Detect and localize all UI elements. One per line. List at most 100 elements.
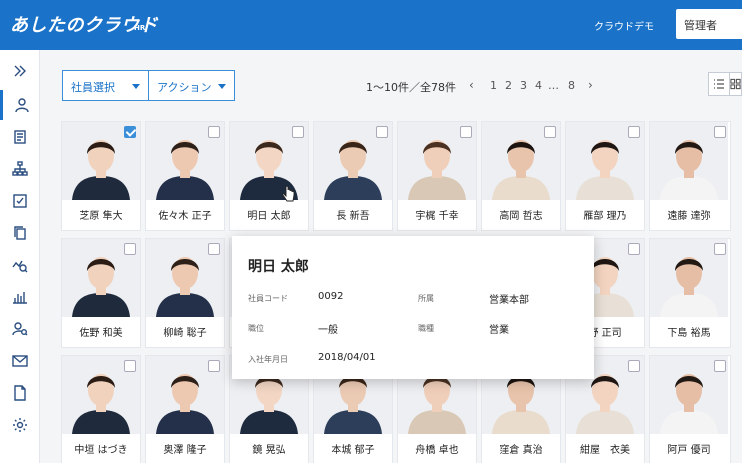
sidebar-item-files[interactable] (0, 378, 40, 408)
department-label: 所属 (418, 294, 434, 303)
employee-card[interactable]: 宇梶 千幸 (398, 122, 476, 230)
employee-checkbox[interactable] (714, 243, 726, 255)
employee-checkbox[interactable] (460, 126, 472, 138)
employee-checkbox[interactable] (628, 126, 640, 138)
employee-card[interactable]: 芝原 隼大 (62, 122, 140, 230)
job-type-value: 営業 (489, 325, 509, 336)
popup-employee-name: 明日 太郎 (248, 259, 309, 275)
document-icon (14, 130, 26, 144)
sidebar-item-tasks[interactable] (0, 186, 40, 216)
employee-checkbox[interactable] (292, 126, 304, 138)
employee-checkbox[interactable] (714, 126, 726, 138)
employee-card[interactable]: 中垣 はづき (62, 356, 140, 463)
employee-name: 柳崎 聡子 (163, 328, 207, 339)
sidebar-item-search-people[interactable] (0, 314, 40, 344)
employee-code-value: 0092 (318, 291, 344, 302)
employee-card[interactable]: 柳崎 聡子 (146, 239, 224, 347)
employee-checkbox[interactable] (124, 126, 136, 138)
sidebar-expand-button[interactable] (0, 56, 40, 86)
chevron-down-icon (218, 84, 226, 89)
employee-name: 芝原 隼大 (79, 211, 123, 222)
sidebar-item-analytics[interactable] (0, 250, 40, 280)
page-link[interactable]: 3 (520, 79, 527, 92)
employee-checkbox[interactable] (208, 243, 220, 255)
sidebar (0, 50, 40, 463)
page-link[interactable]: 2 (505, 79, 512, 92)
analytics-search-icon (12, 260, 28, 273)
employee-card[interactable]: 明日 太郎 (230, 122, 308, 230)
page-link[interactable]: 4 (535, 79, 542, 92)
grid-view-icon (730, 78, 741, 90)
employee-name: 本城 郁子 (331, 445, 375, 456)
list-view-button[interactable] (708, 72, 730, 96)
employee-name: 中垣 はづき (74, 445, 128, 456)
employee-select-label: 社員選択 (71, 81, 115, 94)
sidebar-item-reports[interactable] (0, 282, 40, 312)
employee-select-dropdown[interactable]: 社員選択 (62, 70, 149, 101)
employee-card[interactable]: 雁部 理乃 (566, 122, 644, 230)
employee-card[interactable]: 佐々木 正子 (146, 122, 224, 230)
employee-name: 阿戸 優司 (667, 445, 711, 456)
employee-checkbox[interactable] (124, 243, 136, 255)
sidebar-item-copy[interactable] (0, 218, 40, 248)
sidebar-item-employees[interactable] (0, 90, 40, 120)
employee-name: 長 新吾 (336, 211, 370, 222)
employee-name: 明日 太郎 (247, 211, 291, 222)
sidebar-item-settings[interactable] (0, 410, 40, 440)
brand-suffix: HR (134, 24, 146, 32)
employee-name: 宇梶 千幸 (415, 211, 459, 222)
employee-name: 舟橋 卓也 (415, 445, 459, 456)
employee-name: 奥澤 隆子 (163, 445, 207, 456)
sidebar-item-organization[interactable] (0, 154, 40, 184)
employee-checkbox[interactable] (714, 360, 726, 372)
sidebar-item-documents[interactable] (0, 122, 40, 152)
mail-icon (12, 355, 28, 367)
employee-checkbox[interactable] (628, 243, 640, 255)
page-link[interactable]: 1 (490, 79, 497, 92)
employee-code-label: 社員コード (248, 294, 288, 303)
sidebar-item-mail[interactable] (0, 346, 40, 376)
employee-card[interactable]: 阿戸 優司 (650, 356, 730, 463)
pager-info: 1〜10件／全78件 (366, 81, 456, 94)
next-page-button[interactable]: › (588, 78, 593, 92)
action-label: アクション (157, 81, 212, 94)
employee-card[interactable]: 高岡 哲志 (482, 122, 560, 230)
employee-checkbox[interactable] (208, 360, 220, 372)
employee-card[interactable]: 奥澤 隆子 (146, 356, 224, 463)
page-ellipsis: … (548, 79, 559, 92)
employee-name: 鏡 晃弘 (252, 445, 286, 456)
department-value: 営業本部 (489, 295, 529, 306)
action-dropdown[interactable]: アクション (148, 70, 235, 101)
role-select[interactable]: 管理者 (676, 9, 742, 39)
employee-card[interactable]: 佐野 和美 (62, 239, 140, 347)
employee-card[interactable]: 遠藤 達弥 (650, 122, 730, 230)
employee-name: 遠藤 達弥 (667, 211, 711, 222)
employee-checkbox[interactable] (376, 126, 388, 138)
employee-name: 高岡 哲志 (499, 211, 543, 222)
employee-name: 雁部 理乃 (583, 211, 627, 222)
file-icon (14, 385, 26, 401)
job-type-label: 職種 (418, 324, 434, 333)
person-icon (14, 98, 29, 113)
employee-checkbox[interactable] (124, 360, 136, 372)
person-search-icon (12, 322, 28, 336)
employee-detail-popup: 明日 太郎 社員コード 0092 所属 営業本部 職位 一般 職種 営業 入社年… (232, 236, 594, 379)
employee-checkbox[interactable] (544, 126, 556, 138)
prev-page-button[interactable]: ‹ (469, 78, 474, 92)
gear-icon (13, 418, 27, 432)
employee-name: 窪倉 真治 (499, 445, 543, 456)
list-view-icon (714, 79, 724, 89)
employee-name: 下島 裕馬 (667, 328, 711, 339)
employee-name: 佐野 和美 (79, 328, 123, 339)
position-label: 職位 (248, 324, 264, 333)
employee-checkbox[interactable] (208, 126, 220, 138)
employee-checkbox[interactable] (628, 360, 640, 372)
hire-date-value: 2018/04/01 (318, 352, 376, 363)
employee-card[interactable]: 長 新吾 (314, 122, 392, 230)
checklist-icon (13, 194, 27, 208)
hand-cursor-icon (282, 186, 295, 202)
grid-view-button[interactable] (729, 72, 742, 96)
page-link[interactable]: 8 (568, 79, 575, 92)
employee-card[interactable]: 下島 裕馬 (650, 239, 730, 347)
employee-name: 佐々木 正子 (158, 211, 212, 222)
